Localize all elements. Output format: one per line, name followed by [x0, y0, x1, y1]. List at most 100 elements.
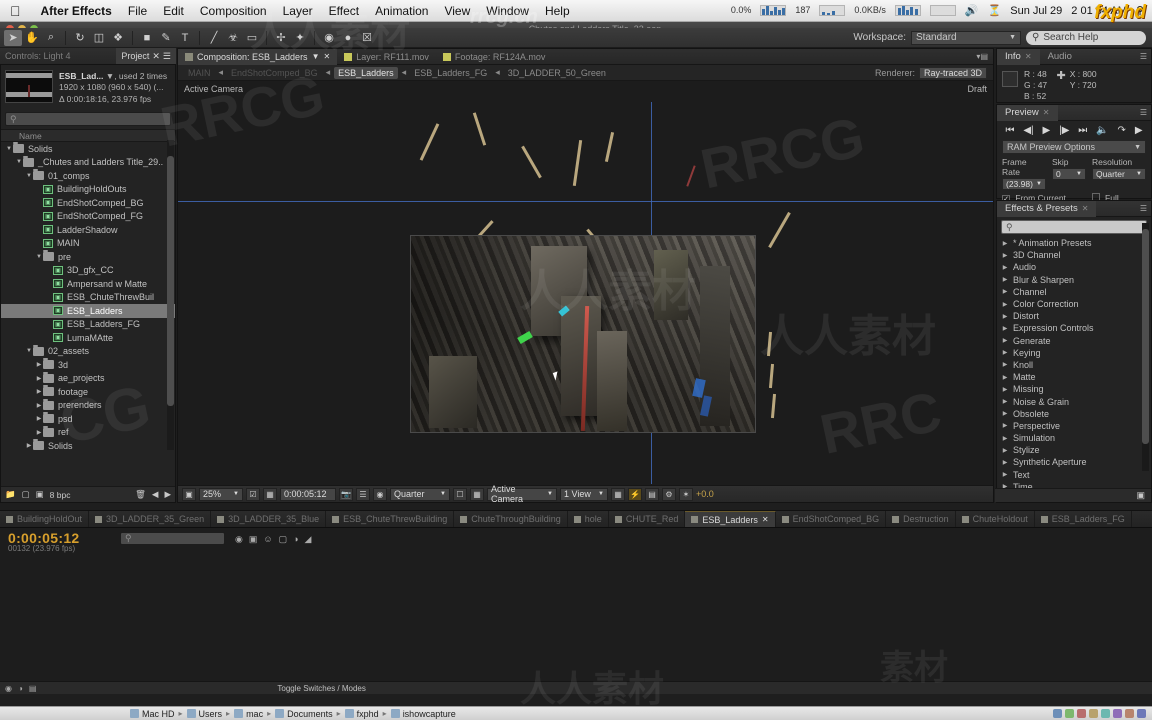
twirl-icon[interactable]: ▶ — [1001, 349, 1009, 356]
effect-category-row[interactable]: ▶ Noise & Grain — [997, 395, 1151, 407]
twirl-icon[interactable]: ▶ — [35, 429, 43, 436]
twirl-icon[interactable]: ▶ — [1001, 301, 1009, 308]
motion-blur-icon[interactable]: ◑ — [293, 534, 298, 545]
project-folder-row[interactable]: ▶ ae_projects — [1, 371, 175, 386]
close-icon[interactable]: ✕ — [152, 51, 160, 62]
ram-preview-options-select[interactable]: RAM Preview Options ▼ — [1002, 140, 1146, 154]
snapshot-icon[interactable]: 📷 — [339, 487, 353, 501]
twirl-icon[interactable]: ▶ — [1001, 361, 1009, 368]
project-folder-row[interactable]: ▼ _Chutes and Ladders Title_29.. — [1, 155, 175, 170]
effect-category-row[interactable]: ▶ Text — [997, 469, 1151, 481]
twirl-icon[interactable]: ▶ — [35, 402, 43, 409]
menu-animation[interactable]: Animation — [367, 4, 436, 18]
motion-blur-switch-icon[interactable]: ◑ — [18, 684, 23, 693]
timeline-comp-tab[interactable]: EndShotComped_BG — [776, 511, 887, 527]
channel-rgb-icon[interactable]: ◉ — [373, 487, 387, 501]
effect-category-row[interactable]: ▶ Perspective — [997, 420, 1151, 432]
twirl-icon[interactable]: ▶ — [35, 388, 43, 395]
menu-window[interactable]: Window — [478, 4, 537, 18]
hand-tool[interactable]: ✋ — [23, 30, 41, 46]
twirl-icon[interactable]: ▶ — [1001, 398, 1009, 405]
rotation-tool[interactable]: ↻ — [71, 30, 89, 46]
new-folder-icon[interactable]: 📁 — [5, 489, 16, 500]
twirl-icon[interactable]: ▶ — [35, 375, 43, 382]
volume-icon[interactable]: 🔊 — [965, 4, 979, 17]
project-comp-row[interactable]: ▣ 3D_gfx_CC — [1, 264, 175, 278]
toggle-switches-modes-button[interactable]: Toggle Switches / Modes — [277, 684, 366, 693]
project-folder-row[interactable]: ▶ footage — [1, 385, 175, 399]
menu-app-name[interactable]: After Effects — [33, 4, 120, 18]
breadcrumb-item[interactable]: MAIN — [184, 67, 215, 79]
twirl-icon[interactable]: ▶ — [1001, 386, 1009, 393]
twirl-icon[interactable]: ▶ — [1001, 459, 1009, 466]
show-snapshot-icon[interactable]: ☰ — [356, 487, 370, 501]
twirl-icon[interactable]: ▶ — [1001, 276, 1009, 283]
snapshot-tool[interactable]: ◉ — [320, 30, 338, 46]
bit-depth-label[interactable]: 8 bpc — [50, 490, 71, 500]
region-of-interest-icon[interactable]: ☑ — [246, 487, 260, 501]
search-help-input[interactable]: ⚲ Search Help — [1026, 30, 1146, 45]
camera-tool[interactable]: ◫ — [90, 30, 108, 46]
tab-audio[interactable]: Audio — [1040, 49, 1080, 65]
twirl-icon[interactable]: ▶ — [1001, 240, 1009, 247]
last-frame-icon[interactable]: ⏭ — [1078, 125, 1087, 136]
breadcrumb-item[interactable]: ESB_Ladders — [334, 66, 398, 79]
breadcrumb-item[interactable]: 3D_LADDER_50_Green — [504, 67, 610, 79]
shape-tool[interactable]: ■ — [138, 30, 156, 46]
project-comp-row[interactable]: ▣ LumaMAtte — [1, 331, 175, 345]
close-icon[interactable]: ✕ — [1043, 108, 1050, 117]
project-folder-row[interactable]: ▼ Solids — [1, 142, 175, 156]
frame-blending-icon[interactable]: ▢ — [279, 534, 288, 545]
twirl-icon[interactable]: ▶ — [1001, 471, 1009, 478]
project-comp-row[interactable]: ▣ ESB_Ladders_FG — [1, 318, 175, 332]
selection-tool[interactable]: ➤ — [4, 29, 22, 46]
twirl-icon[interactable]: ▶ — [1001, 422, 1009, 429]
transparency-grid-icon[interactable]: ▦ — [470, 487, 484, 501]
zoom-select[interactable]: 25% ▼ — [199, 487, 243, 501]
twirl-icon[interactable]: ▶ — [1001, 313, 1009, 320]
project-comp-row[interactable]: ▣ MAIN — [1, 237, 175, 251]
hide-shy-icon[interactable]: ☺ — [263, 534, 272, 545]
first-frame-icon[interactable]: ⏮ — [1005, 125, 1014, 136]
timeline-comp-tab[interactable]: ESB_Ladders ✕ — [685, 511, 776, 527]
breadcrumb-path[interactable]: Mac HD ▸ Users ▸ mac ▸ Documents ▸ fxphd ▸ ishowca… — [130, 709, 456, 719]
new-comp-icon[interactable]: ▢ — [22, 489, 30, 500]
path-segment[interactable]: fxphd — [344, 709, 379, 719]
effect-category-row[interactable]: ▶ Generate — [997, 335, 1151, 347]
delete-icon[interactable]: 🗑 — [135, 489, 146, 500]
twirl-icon[interactable]: ▶ — [25, 442, 33, 449]
effect-category-row[interactable]: ▶ Simulation — [997, 432, 1151, 444]
effect-category-row[interactable]: ▶ Color Correction — [997, 298, 1151, 310]
effect-category-row[interactable]: ▶ Blur & Sharpen — [997, 274, 1151, 286]
resolution-select[interactable]: Quarter ▼ — [390, 487, 450, 501]
twirl-icon[interactable]: ▼ — [25, 348, 33, 354]
workspace-select[interactable]: Standard ▼ — [911, 30, 1021, 45]
close-icon[interactable]: ✕ — [1025, 52, 1032, 61]
comp-flowchart-icon[interactable]: ⚙ — [662, 487, 676, 501]
loop-icon[interactable]: ↷ — [1118, 125, 1126, 136]
menu-help[interactable]: Help — [537, 4, 578, 18]
panel-menu-icon[interactable]: ☰ — [1140, 204, 1151, 213]
close-icon[interactable]: ✕ — [1082, 204, 1089, 213]
panel-menu-icon[interactable]: ☰ — [163, 51, 171, 62]
effect-category-row[interactable]: ▶ 3D Channel — [997, 249, 1151, 261]
breadcrumb-item[interactable]: ESB_Ladders_FG — [410, 67, 491, 79]
brush-tool[interactable]: ╱ — [205, 30, 223, 46]
twirl-icon[interactable]: ▶ — [1001, 447, 1009, 454]
effect-category-row[interactable]: ▶ Keying — [997, 347, 1151, 359]
twirl-icon[interactable]: ▶ — [1001, 288, 1009, 295]
twirl-icon[interactable]: ▶ — [35, 415, 43, 422]
effects-category-list[interactable]: ▶ * Animation Presets ▶ 3D Channel ▶ Audio ▶ Bl… — [997, 237, 1151, 489]
twirl-icon[interactable]: ▶ — [1001, 325, 1009, 332]
graph-editor-icon[interactable]: ◢ — [305, 534, 312, 545]
twirl-icon[interactable]: ▼ — [25, 173, 33, 179]
show-snapshot-tool[interactable]: ● — [339, 30, 357, 46]
pixel-aspect-icon[interactable]: ▦ — [611, 487, 625, 501]
project-folder-row[interactable]: ▶ ref — [1, 425, 175, 440]
tab-project[interactable]: Project ✕ ☰ — [116, 48, 176, 64]
project-folder-row[interactable]: ▼ 02_assets — [1, 344, 175, 359]
ram-preview-icon[interactable]: ▶ — [1135, 125, 1143, 136]
clock-icon[interactable]: ⏳ — [988, 4, 1002, 17]
twirl-icon[interactable]: ▼ — [15, 159, 23, 165]
effects-scrollbar[interactable] — [1142, 223, 1149, 471]
